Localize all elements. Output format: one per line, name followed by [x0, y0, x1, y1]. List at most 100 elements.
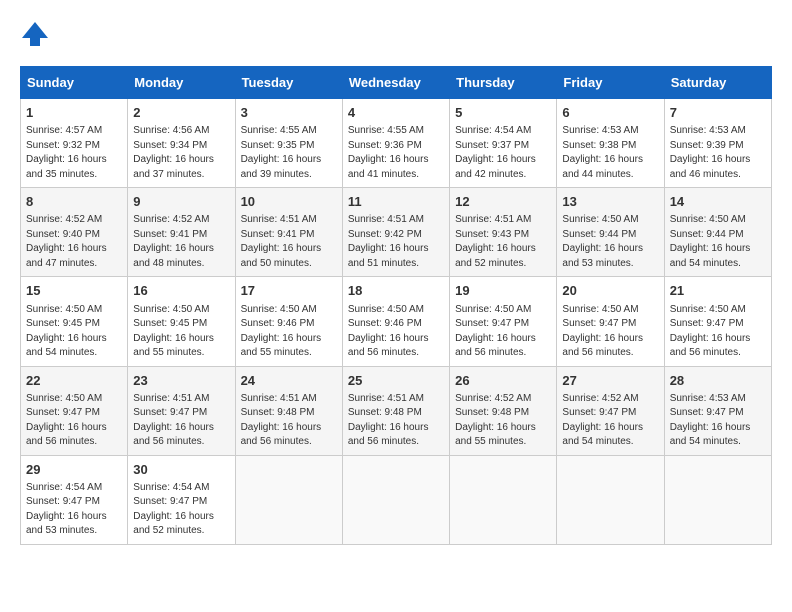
calendar-day-cell: 15 Sunrise: 4:50 AM Sunset: 9:45 PM Dayli…	[21, 277, 128, 366]
calendar-day-cell: 14 Sunrise: 4:50 AM Sunset: 9:44 PM Dayli…	[664, 188, 771, 277]
day-info: Sunrise: 4:52 AM Sunset: 9:40 PM Dayligh…	[26, 213, 122, 271]
day-info: Sunrise: 4:53 AM Sunset: 9:38 PM Dayligh…	[562, 124, 658, 182]
day-info: Sunrise: 4:50 AM Sunset: 9:45 PM Dayligh…	[133, 303, 229, 361]
day-info: Sunrise: 4:54 AM Sunset: 9:37 PM Dayligh…	[455, 124, 551, 182]
day-info: Sunrise: 4:50 AM Sunset: 9:46 PM Dayligh…	[348, 303, 444, 361]
day-info: Sunrise: 4:50 AM Sunset: 9:45 PM Dayligh…	[26, 303, 122, 361]
day-info: Sunrise: 4:50 AM Sunset: 9:47 PM Dayligh…	[562, 303, 658, 361]
calendar-day-cell: 8 Sunrise: 4:52 AM Sunset: 9:40 PM Daylig…	[21, 188, 128, 277]
day-number: 3	[241, 104, 337, 122]
day-info: Sunrise: 4:50 AM Sunset: 9:47 PM Dayligh…	[26, 392, 122, 450]
day-of-week-header: Friday	[557, 67, 664, 99]
day-number: 15	[26, 282, 122, 300]
day-info: Sunrise: 4:51 AM Sunset: 9:47 PM Dayligh…	[133, 392, 229, 450]
logo	[20, 20, 54, 50]
day-info: Sunrise: 4:55 AM Sunset: 9:36 PM Dayligh…	[348, 124, 444, 182]
calendar-day-cell: 23 Sunrise: 4:51 AM Sunset: 9:47 PM Dayli…	[128, 366, 235, 455]
calendar-week-row: 29Sunrise: 4:54 AM Sunset: 9:47 PM Dayli…	[21, 455, 772, 544]
day-number: 1	[26, 104, 122, 122]
day-number: 26	[455, 372, 551, 390]
logo-icon	[20, 20, 50, 50]
calendar-day-cell: 2 Sunrise: 4:56 AM Sunset: 9:34 PM Daylig…	[128, 99, 235, 188]
day-info: Sunrise: 4:57 AM Sunset: 9:32 PM Dayligh…	[26, 124, 122, 182]
day-number: 5	[455, 104, 551, 122]
calendar-day-cell: 6 Sunrise: 4:53 AM Sunset: 9:38 PM Daylig…	[557, 99, 664, 188]
calendar-day-cell: 16 Sunrise: 4:50 AM Sunset: 9:45 PM Dayli…	[128, 277, 235, 366]
day-info: Sunrise: 4:51 AM Sunset: 9:42 PM Dayligh…	[348, 213, 444, 271]
calendar-day-cell: 24 Sunrise: 4:51 AM Sunset: 9:48 PM Dayli…	[235, 366, 342, 455]
day-number: 8	[26, 193, 122, 211]
day-number: 16	[133, 282, 229, 300]
calendar-day-cell: 9 Sunrise: 4:52 AM Sunset: 9:41 PM Daylig…	[128, 188, 235, 277]
day-number: 11	[348, 193, 444, 211]
day-info: Sunrise: 4:51 AM Sunset: 9:48 PM Dayligh…	[348, 392, 444, 450]
calendar-week-row: 15 Sunrise: 4:50 AM Sunset: 9:45 PM Dayli…	[21, 277, 772, 366]
page-header	[20, 20, 772, 50]
day-info: Sunrise: 4:51 AM Sunset: 9:48 PM Dayligh…	[241, 392, 337, 450]
day-number: 19	[455, 282, 551, 300]
day-info: Sunrise: 4:54 AM Sunset: 9:47 PM Dayligh…	[133, 481, 229, 539]
day-info: Sunrise: 4:54 AM Sunset: 9:47 PM Dayligh…	[26, 481, 122, 539]
day-number: 12	[455, 193, 551, 211]
day-info: Sunrise: 4:55 AM Sunset: 9:35 PM Dayligh…	[241, 124, 337, 182]
day-number: 22	[26, 372, 122, 390]
day-info: Sunrise: 4:50 AM Sunset: 9:47 PM Dayligh…	[670, 303, 766, 361]
calendar-table: SundayMondayTuesdayWednesdayThursdayFrid…	[20, 66, 772, 545]
day-number: 28	[670, 372, 766, 390]
day-of-week-header: Saturday	[664, 67, 771, 99]
day-number: 23	[133, 372, 229, 390]
calendar-week-row: 1 Sunrise: 4:57 AM Sunset: 9:32 PM Daylig…	[21, 99, 772, 188]
day-number: 6	[562, 104, 658, 122]
day-number: 2	[133, 104, 229, 122]
day-number: 20	[562, 282, 658, 300]
calendar-week-row: 8 Sunrise: 4:52 AM Sunset: 9:40 PM Daylig…	[21, 188, 772, 277]
day-info: Sunrise: 4:51 AM Sunset: 9:41 PM Dayligh…	[241, 213, 337, 271]
day-of-week-header: Wednesday	[342, 67, 449, 99]
day-number: 9	[133, 193, 229, 211]
day-info: Sunrise: 4:50 AM Sunset: 9:47 PM Dayligh…	[455, 303, 551, 361]
day-info: Sunrise: 4:52 AM Sunset: 9:41 PM Dayligh…	[133, 213, 229, 271]
day-info: Sunrise: 4:56 AM Sunset: 9:34 PM Dayligh…	[133, 124, 229, 182]
day-number: 14	[670, 193, 766, 211]
calendar-day-cell: 7 Sunrise: 4:53 AM Sunset: 9:39 PM Daylig…	[664, 99, 771, 188]
calendar-day-cell: 20 Sunrise: 4:50 AM Sunset: 9:47 PM Dayli…	[557, 277, 664, 366]
day-number: 25	[348, 372, 444, 390]
day-info: Sunrise: 4:53 AM Sunset: 9:47 PM Dayligh…	[670, 392, 766, 450]
calendar-day-cell: 28 Sunrise: 4:53 AM Sunset: 9:47 PM Dayli…	[664, 366, 771, 455]
calendar-day-cell	[342, 455, 449, 544]
calendar-day-cell: 11 Sunrise: 4:51 AM Sunset: 9:42 PM Dayli…	[342, 188, 449, 277]
calendar-week-row: 22 Sunrise: 4:50 AM Sunset: 9:47 PM Dayli…	[21, 366, 772, 455]
day-of-week-header: Thursday	[450, 67, 557, 99]
day-info: Sunrise: 4:51 AM Sunset: 9:43 PM Dayligh…	[455, 213, 551, 271]
day-number: 13	[562, 193, 658, 211]
calendar-day-cell: 1 Sunrise: 4:57 AM Sunset: 9:32 PM Daylig…	[21, 99, 128, 188]
day-info: Sunrise: 4:53 AM Sunset: 9:39 PM Dayligh…	[670, 124, 766, 182]
day-of-week-header: Sunday	[21, 67, 128, 99]
day-info: Sunrise: 4:50 AM Sunset: 9:46 PM Dayligh…	[241, 303, 337, 361]
calendar-day-cell	[450, 455, 557, 544]
calendar-day-cell: 29Sunrise: 4:54 AM Sunset: 9:47 PM Dayli…	[21, 455, 128, 544]
calendar-day-cell: 3 Sunrise: 4:55 AM Sunset: 9:35 PM Daylig…	[235, 99, 342, 188]
calendar-day-cell	[664, 455, 771, 544]
day-number: 4	[348, 104, 444, 122]
calendar-day-cell: 30 Sunrise: 4:54 AM Sunset: 9:47 PM Dayli…	[128, 455, 235, 544]
day-number: 24	[241, 372, 337, 390]
calendar-day-cell: 21 Sunrise: 4:50 AM Sunset: 9:47 PM Dayli…	[664, 277, 771, 366]
calendar-header-row: SundayMondayTuesdayWednesdayThursdayFrid…	[21, 67, 772, 99]
calendar-day-cell: 5 Sunrise: 4:54 AM Sunset: 9:37 PM Daylig…	[450, 99, 557, 188]
day-number: 17	[241, 282, 337, 300]
day-of-week-header: Monday	[128, 67, 235, 99]
calendar-day-cell	[235, 455, 342, 544]
day-number: 30	[133, 461, 229, 479]
day-number: 27	[562, 372, 658, 390]
calendar-day-cell: 10Sunrise: 4:51 AM Sunset: 9:41 PM Dayli…	[235, 188, 342, 277]
day-number: 18	[348, 282, 444, 300]
day-number: 21	[670, 282, 766, 300]
day-number: 7	[670, 104, 766, 122]
calendar-day-cell: 27 Sunrise: 4:52 AM Sunset: 9:47 PM Dayli…	[557, 366, 664, 455]
calendar-day-cell: 25 Sunrise: 4:51 AM Sunset: 9:48 PM Dayli…	[342, 366, 449, 455]
day-info: Sunrise: 4:50 AM Sunset: 9:44 PM Dayligh…	[562, 213, 658, 271]
day-info: Sunrise: 4:52 AM Sunset: 9:47 PM Dayligh…	[562, 392, 658, 450]
calendar-day-cell: 13 Sunrise: 4:50 AM Sunset: 9:44 PM Dayli…	[557, 188, 664, 277]
day-info: Sunrise: 4:50 AM Sunset: 9:44 PM Dayligh…	[670, 213, 766, 271]
